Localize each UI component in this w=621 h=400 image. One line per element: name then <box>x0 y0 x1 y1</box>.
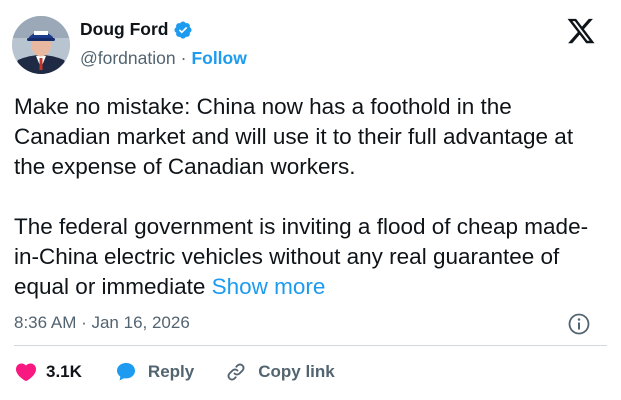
tweet-paragraph-1: Make no mistake: China now has a foothol… <box>14 94 574 179</box>
tweet-text: Make no mistake: China now has a foothol… <box>14 92 604 302</box>
reply-button[interactable]: Reply <box>114 360 194 384</box>
divider <box>14 345 607 346</box>
follow-button[interactable]: Follow <box>191 48 246 69</box>
avatar[interactable] <box>12 16 70 74</box>
tweet-actions: 3.1K Reply Copy link <box>14 360 335 384</box>
tweet-card: Doug Ford @fordnation · Follow Make no m… <box>0 0 621 400</box>
tweet-timestamp[interactable]: 8:36 AM · Jan 16, 2026 <box>14 313 190 333</box>
author-display-name[interactable]: Doug Ford <box>80 19 168 40</box>
reply-label: Reply <box>147 362 195 381</box>
like-button[interactable]: 3.1K <box>14 360 82 384</box>
copy-link-button[interactable]: Copy link <box>224 360 335 384</box>
verified-badge-icon <box>173 20 193 40</box>
link-icon <box>224 360 248 384</box>
like-count: 3.1K <box>46 362 82 381</box>
author-handle-row: @fordnation · Follow <box>80 48 247 69</box>
avatar-image <box>12 16 70 74</box>
info-icon[interactable] <box>567 312 591 336</box>
heart-icon <box>14 360 38 384</box>
show-more-link[interactable]: Show more <box>212 274 326 299</box>
speech-bubble-icon <box>114 360 138 384</box>
x-logo-icon[interactable] <box>566 16 596 46</box>
separator-dot: · <box>180 48 187 68</box>
author-handle[interactable]: @fordnation <box>80 48 176 69</box>
author-name-row: Doug Ford <box>80 19 193 40</box>
tweet-paragraph-2: The federal government is inviting a flo… <box>14 212 604 302</box>
copy-link-label: Copy link <box>258 362 335 381</box>
